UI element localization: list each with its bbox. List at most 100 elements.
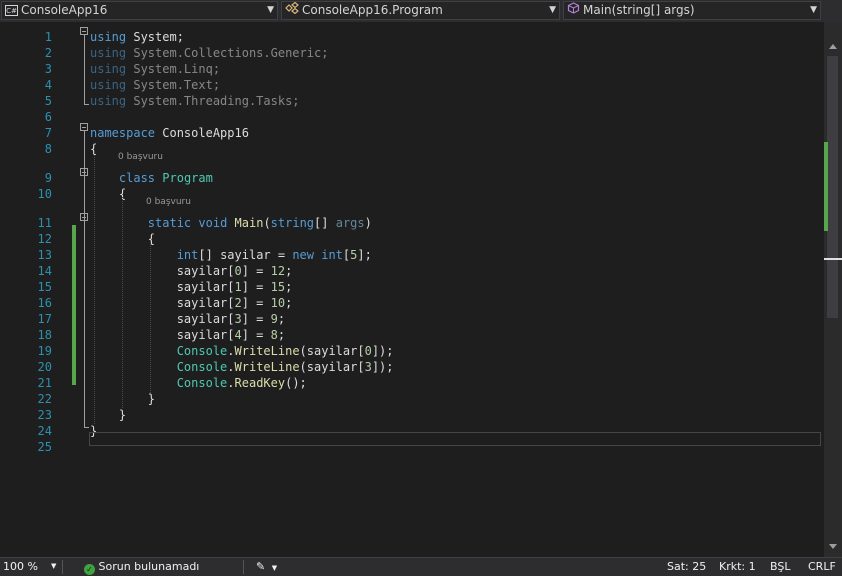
code-token: 1: [234, 280, 242, 294]
collapse-class-icon[interactable]: [80, 168, 88, 176]
chevron-down-icon: ▼: [271, 564, 278, 572]
code-token: System;: [126, 30, 184, 44]
code-cleanup-button[interactable]: ✎ ▼: [256, 560, 277, 573]
code-token: System.Collections.Generic;: [126, 46, 329, 60]
collapse-using-icon[interactable]: [80, 27, 88, 35]
member-name: Main(string[] args): [583, 3, 695, 17]
line-indicator[interactable]: Sat: 25: [667, 560, 706, 573]
line-number: 7: [44, 126, 52, 140]
code-token: 15: [270, 280, 286, 294]
class-icon: [285, 2, 299, 19]
code-token: (: [263, 216, 271, 230]
code-line: using System.Collections.Generic;: [90, 46, 328, 60]
code-token: (sayilar[: [299, 344, 365, 358]
line-number: 16: [37, 296, 52, 310]
code-token: ): [364, 216, 372, 230]
line-ending-indicator[interactable]: CRLF: [808, 560, 836, 573]
chevron-down-icon: ▼: [51, 562, 57, 570]
column-indicator[interactable]: Krkt: 1: [719, 560, 756, 573]
code-token: using: [90, 94, 127, 108]
chevron-down-icon: ▼: [810, 5, 817, 15]
code-token: ();: [285, 376, 307, 390]
code-token: []: [314, 216, 336, 230]
line-number: 6: [44, 110, 52, 124]
code-token: ] =: [241, 296, 271, 310]
project-dropdown[interactable]: C# ConsoleApp16 ▼: [1, 1, 278, 20]
check-circle-icon: ✓: [84, 564, 95, 575]
csharp-project-icon: C#: [5, 5, 18, 16]
changed-lines-marker: [72, 225, 76, 385]
line-number: 8: [44, 142, 52, 156]
code-token: 10: [270, 296, 286, 310]
line-number: 17: [37, 312, 52, 326]
code-token: using: [90, 30, 127, 44]
code-token: ;: [285, 280, 293, 294]
code-token: void: [198, 216, 228, 230]
code-line: int[] sayilar = new int[5];: [90, 248, 372, 262]
code-token: namespace: [90, 126, 156, 140]
code-token: args: [335, 216, 365, 230]
indent-guide: [122, 197, 123, 408]
code-token: int: [176, 248, 199, 262]
code-line: namespace ConsoleApp16: [90, 126, 249, 140]
line-number: 10: [37, 187, 52, 201]
class-dropdown[interactable]: ConsoleApp16.Program ▼: [281, 1, 560, 20]
line-number: 1: [44, 30, 52, 44]
codelens-method-references[interactable]: 0 başvuru: [146, 197, 191, 207]
code-line: sayilar[3] = 9;: [90, 312, 285, 326]
indent-guide: [150, 241, 151, 393]
divider: [62, 560, 63, 574]
codelens-class-references[interactable]: 0 başvuru: [118, 152, 163, 162]
zoom-dropdown[interactable]: 100 % ▼: [3, 560, 58, 573]
code-token: 0: [364, 344, 372, 358]
line-number: 2: [44, 46, 52, 60]
line-number: 3: [44, 62, 52, 76]
member-dropdown[interactable]: Main(string[] args) ▼: [563, 1, 821, 20]
code-token: sayilar[: [90, 312, 235, 326]
collapse-method-icon[interactable]: [80, 213, 88, 221]
code-token: System.Linq;: [126, 62, 221, 76]
code-token: Program: [162, 171, 213, 185]
chevron-down-icon: ▼: [267, 5, 274, 15]
code-token: new: [292, 248, 314, 262]
code-token: ]);: [371, 344, 394, 358]
code-line: sayilar[0] = 12;: [90, 264, 293, 278]
code-token: {: [90, 187, 127, 201]
line-number: 11: [37, 216, 52, 230]
scroll-up-icon[interactable]: [829, 44, 837, 49]
code-token: ReadKey: [234, 376, 286, 390]
line-number: 19: [37, 344, 52, 358]
fold-line-end: [84, 104, 89, 105]
code-token: 8: [270, 328, 278, 342]
vertical-scrollbar[interactable]: [824, 22, 842, 557]
scroll-down-icon[interactable]: [829, 544, 837, 549]
code-token: WriteLine: [234, 360, 300, 374]
current-line-highlight: [89, 432, 821, 446]
code-token: WriteLine: [234, 344, 300, 358]
code-editor[interactable]: 1 2 3 4 5 6 7 8 9 10 11 12 13 14 15 16 17 18 19 20 21 22 23 24 2…: [0, 22, 824, 557]
code-token: ]);: [371, 360, 394, 374]
code-token: sayilar[: [90, 280, 235, 294]
line-number: 15: [37, 280, 52, 294]
space-mode-indicator[interactable]: BŞL: [770, 560, 790, 573]
issues-indicator[interactable]: ✓ Sorun bulunamadı: [84, 560, 199, 575]
scrollbar-change-marker: [824, 142, 828, 231]
code-line: {: [90, 187, 126, 201]
code-token: ] =: [241, 280, 271, 294]
line-number: 23: [37, 408, 52, 422]
indent-guide: [94, 152, 95, 424]
code-line: using System.Text;: [90, 78, 220, 92]
code-token: Console: [176, 376, 228, 390]
method-icon: [567, 2, 580, 19]
code-token: [] sayilar =: [198, 248, 293, 262]
fold-line-end: [84, 427, 89, 428]
scroll-thumb[interactable]: [827, 56, 838, 318]
code-token: ConsoleApp16: [155, 126, 249, 140]
collapse-namespace-icon[interactable]: [80, 123, 88, 131]
line-number: 21: [37, 376, 52, 390]
code-token: using: [90, 78, 127, 92]
